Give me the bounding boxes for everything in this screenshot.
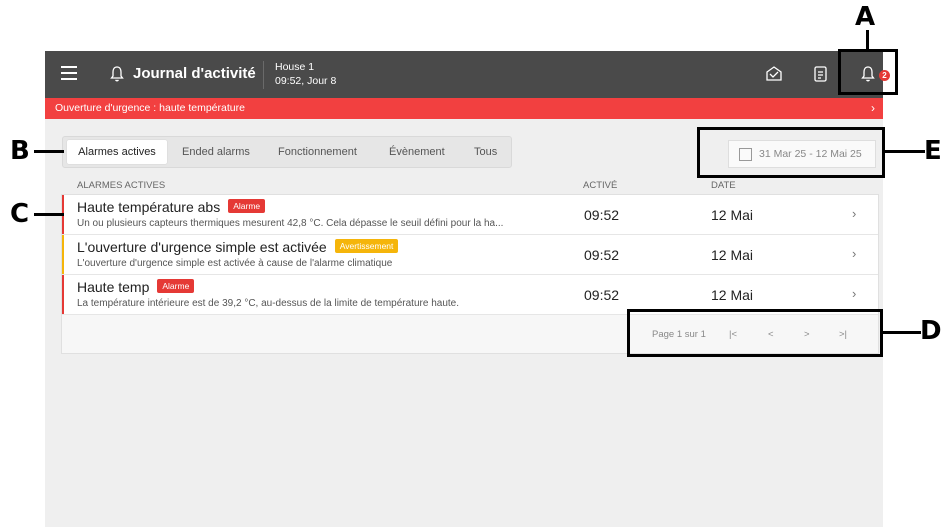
- callout-line-e: [885, 150, 925, 153]
- house-name: House 1: [275, 61, 315, 73]
- report-icon[interactable]: [811, 64, 831, 84]
- row-description: Un ou plusieurs capteurs thermiques mesu…: [77, 218, 504, 229]
- row-description: L'ouverture d'urgence simple est activée…: [77, 258, 393, 269]
- row-date: 12 Mai: [711, 207, 754, 223]
- top-bar: Journal d'activité House 1 09:52, Jour 8…: [45, 51, 890, 98]
- table-row[interactable]: L'ouverture d'urgence simple est activée…: [62, 235, 878, 275]
- page-title: Journal d'activité: [133, 65, 256, 82]
- tab-evenement[interactable]: Évènement: [389, 140, 445, 164]
- table-row[interactable]: Haute température abs Alarme Un ou plusie…: [62, 195, 878, 235]
- row-time: 09:52: [584, 247, 620, 263]
- callout-label-a: A: [855, 2, 876, 32]
- callout-box-d: [627, 309, 883, 357]
- callout-box-a: [838, 49, 898, 95]
- callout-line-b: [34, 150, 64, 153]
- chevron-right-icon[interactable]: ›: [852, 206, 856, 221]
- tab-ended-alarms[interactable]: Ended alarms: [182, 140, 250, 164]
- row-date: 12 Mai: [711, 247, 754, 263]
- severity-stripe: [62, 275, 64, 314]
- callout-label-c: C: [10, 199, 30, 229]
- callout-line-d: [883, 331, 921, 334]
- row-description: La température intérieure est de 39,2 °C…: [77, 298, 459, 309]
- chevron-right-icon[interactable]: ›: [852, 246, 856, 261]
- column-header-active: ACTIVÉ: [583, 180, 618, 191]
- callout-label-e: E: [924, 136, 942, 166]
- tab-fonctionnement[interactable]: Fonctionnement: [278, 140, 357, 164]
- chevron-right-icon[interactable]: ›: [852, 286, 856, 301]
- bell-icon: [110, 66, 124, 82]
- callout-label-d: D: [920, 316, 942, 346]
- chevron-right-icon: ›: [871, 101, 875, 115]
- callout-line-c: [34, 213, 64, 216]
- menu-icon[interactable]: [61, 66, 77, 82]
- status-badge: Avertissement: [334, 239, 399, 254]
- column-header-alarms: ALARMES ACTIVES: [77, 180, 166, 191]
- row-time: 09:52: [584, 287, 620, 303]
- row-title: Haute température abs Alarme: [77, 199, 266, 215]
- row-date: 12 Mai: [711, 287, 754, 303]
- house-time: 09:52, Jour 8: [275, 75, 337, 87]
- column-header-date: DATE: [711, 180, 736, 191]
- filter-tabs: Alarmes actives Ended alarms Fonctionnem…: [62, 136, 512, 168]
- status-badge: Alarme: [228, 199, 266, 214]
- divider: [263, 61, 264, 89]
- callout-box-e: [697, 127, 885, 178]
- tab-alarmes-actives[interactable]: Alarmes actives: [67, 140, 167, 164]
- row-title: L'ouverture d'urgence simple est activée…: [77, 239, 399, 255]
- row-title-text: Haute température abs: [77, 199, 221, 215]
- alarm-banner[interactable]: Ouverture d'urgence : haute température …: [45, 98, 883, 119]
- envelope-open-icon[interactable]: [764, 64, 784, 84]
- house-info[interactable]: House 1 09:52, Jour 8: [275, 60, 336, 88]
- callout-label-b: B: [10, 136, 30, 166]
- status-badge: Alarme: [157, 279, 195, 294]
- severity-stripe: [62, 235, 64, 274]
- callout-line-a: [866, 30, 869, 50]
- row-title-text: L'ouverture d'urgence simple est activée: [77, 239, 327, 255]
- row-title-text: Haute temp: [77, 279, 150, 295]
- alarm-banner-text: Ouverture d'urgence : haute température: [55, 102, 245, 114]
- tab-tous[interactable]: Tous: [474, 140, 497, 164]
- row-title: Haute temp Alarme: [77, 279, 195, 295]
- row-time: 09:52: [584, 207, 620, 223]
